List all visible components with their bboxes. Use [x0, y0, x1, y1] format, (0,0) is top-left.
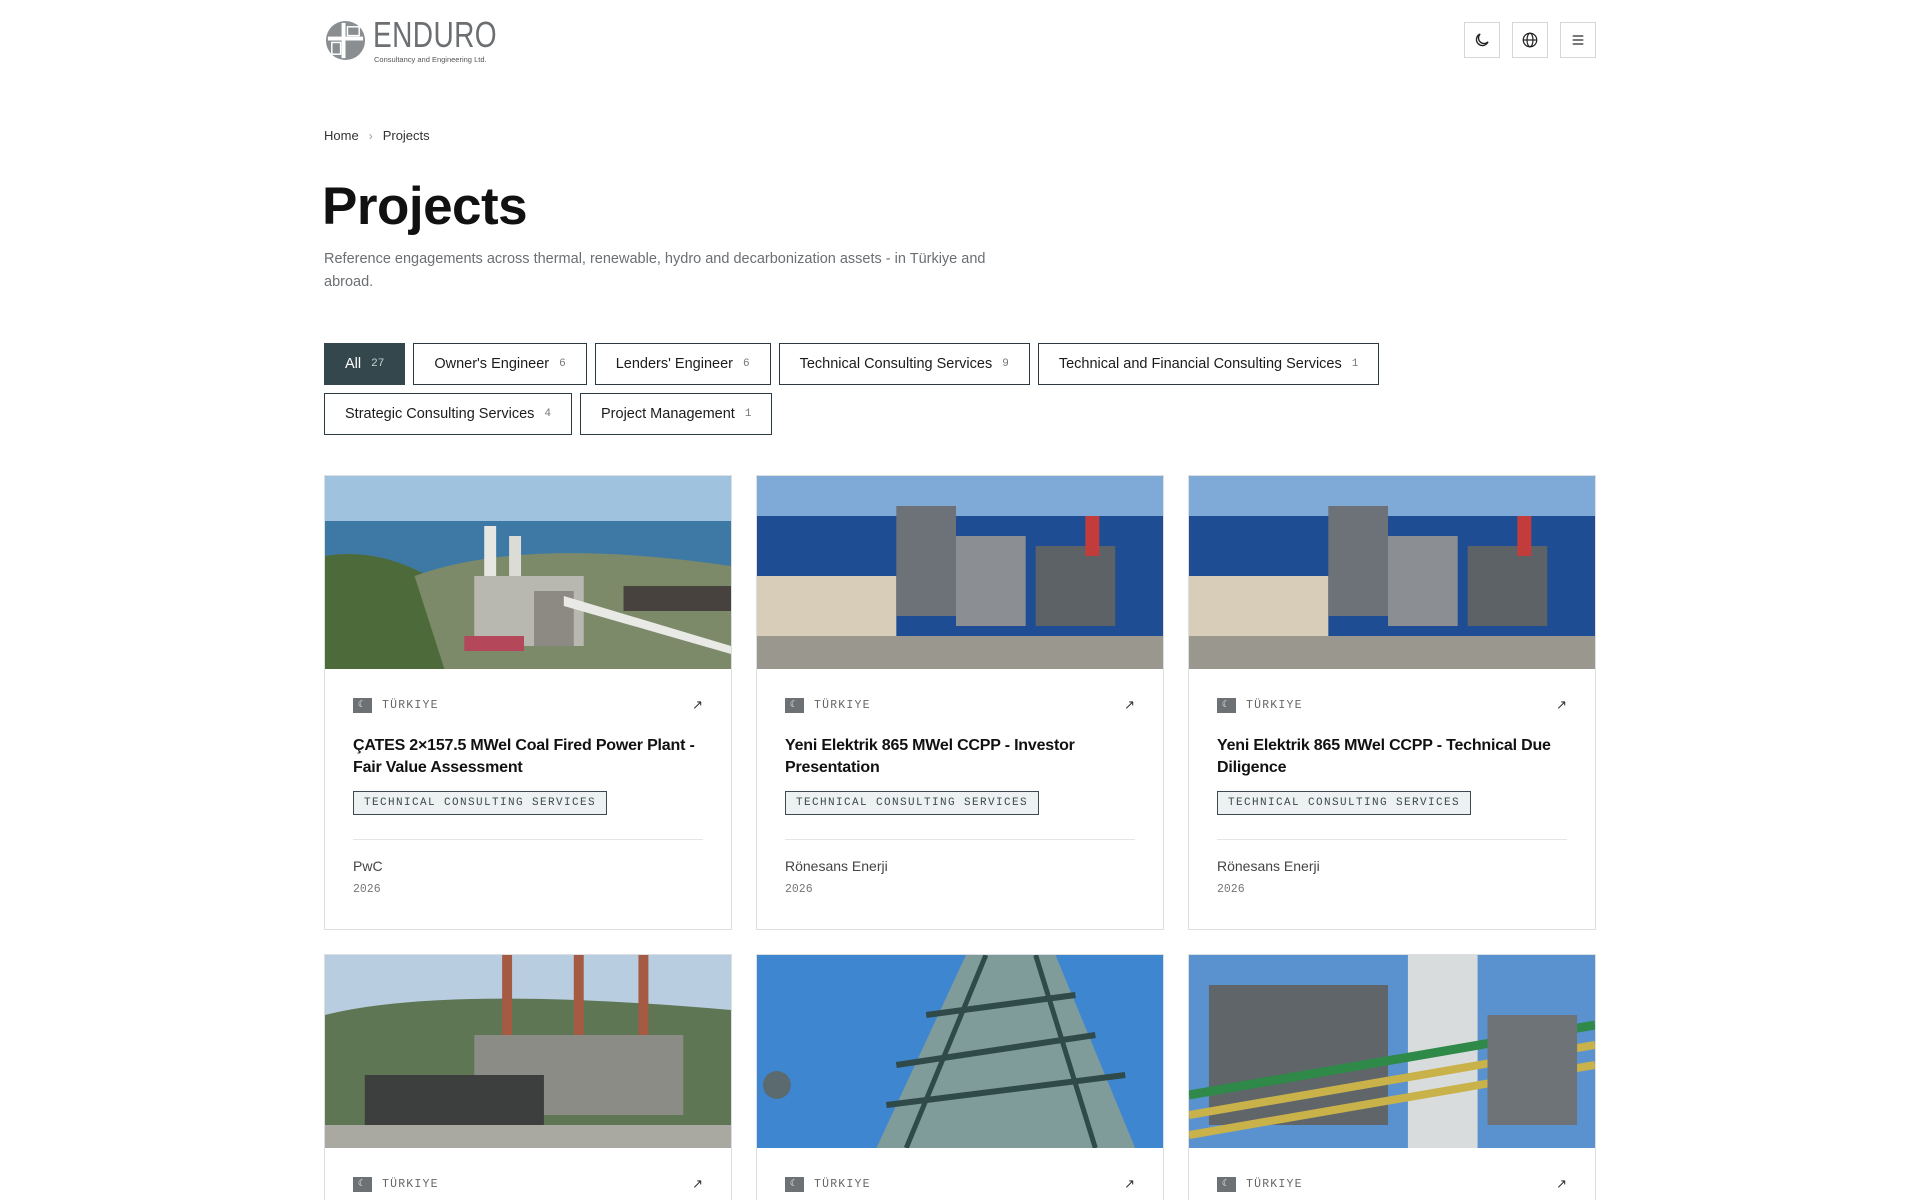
project-category-badge: TECHNICAL CONSULTING SERVICES [1217, 791, 1472, 815]
project-client: Rönesans Enerji [1217, 858, 1320, 874]
project-country: TÜRKIYE [382, 1177, 439, 1191]
filter-label: All [345, 356, 362, 372]
arrow-up-right-icon: ↗ [692, 1176, 703, 1191]
filter-label: Project Management [601, 406, 735, 422]
project-year: 2026 [353, 883, 381, 896]
project-image [757, 955, 1163, 1148]
project-year: 2026 [785, 883, 813, 896]
project-title: Yeni Elektrik 865 MWel CCPP - Technical … [1217, 737, 1551, 776]
filter-count: 6 [742, 358, 750, 370]
filter-count: 1 [1351, 358, 1359, 370]
brand-logo[interactable]: ENDURO Consultancy and Engineering Ltd. [324, 13, 532, 64]
filter-count: 9 [1002, 358, 1009, 370]
arrow-up-right-icon: ↗ [692, 697, 703, 712]
arrow-up-right-icon: ↗ [1556, 697, 1567, 712]
card-divider [353, 839, 703, 840]
globe-icon [1522, 32, 1538, 48]
breadcrumb-current: Projects [382, 128, 430, 143]
project-client: PwC [353, 858, 383, 874]
moon-icon [1475, 33, 1489, 47]
filter-label: Owner's Engineer [434, 356, 550, 372]
project-card[interactable]: ☾ TÜRKIYE ↗ ÇATES 2×157.5 MWel Coal Fired… [324, 475, 732, 930]
project-image [757, 476, 1163, 669]
filter-label: Strategic Consulting Services [345, 406, 535, 422]
filter-lenders-engineer[interactable]: Lenders' Engineer 6 [594, 343, 771, 385]
project-card[interactable]: ☾ TÜRKIYE ↗ [324, 954, 732, 1200]
project-country: TÜRKIYE [1246, 698, 1303, 712]
turkey-flag-icon: ☾ [785, 697, 804, 713]
project-card[interactable]: ☾ TÜRKIYE ↗ [1188, 954, 1596, 1200]
card-divider [1217, 839, 1567, 840]
menu-button[interactable] [1560, 22, 1596, 58]
arrow-up-right-icon: ↗ [1124, 1176, 1135, 1191]
turkey-flag-icon: ☾ [1217, 697, 1236, 713]
menu-icon [1572, 35, 1584, 45]
project-title: ÇATES 2×157.5 MWel Coal Fired Power Plan… [353, 737, 695, 776]
project-country: TÜRKIYE [814, 698, 871, 712]
project-client: Rönesans Enerji [785, 858, 888, 874]
project-image [325, 476, 731, 669]
chevron-right-icon: › [368, 128, 373, 143]
filter-all[interactable]: All 27 [324, 343, 406, 385]
filter-count: 6 [559, 358, 566, 370]
arrow-up-right-icon: ↗ [1124, 697, 1135, 712]
filter-count: 4 [544, 408, 552, 420]
project-category-badge: TECHNICAL CONSULTING SERVICES [353, 791, 608, 815]
page-description: Reference engagements across thermal, re… [324, 251, 986, 290]
filter-technical-consulting[interactable]: Technical Consulting Services 9 [778, 343, 1030, 385]
turkey-flag-icon: ☾ [785, 1176, 804, 1192]
project-title: Yeni Elektrik 865 MWel CCPP - Investor P… [785, 737, 1075, 776]
project-grid: ☾ TÜRKIYE ↗ ÇATES 2×157.5 MWel Coal Fired… [324, 475, 1596, 1200]
language-button[interactable] [1512, 22, 1548, 58]
filter-count: 1 [744, 408, 752, 420]
card-divider [785, 839, 1135, 840]
filter-technical-financial-consulting[interactable]: Technical and Financial Consulting Servi… [1037, 343, 1380, 385]
filter-strategic-consulting[interactable]: Strategic Consulting Services 4 [324, 393, 573, 435]
turkey-flag-icon: ☾ [1217, 1176, 1236, 1192]
breadcrumb-home-link[interactable]: Home [324, 128, 359, 143]
project-image [325, 955, 731, 1148]
filter-count: 27 [371, 358, 385, 370]
project-country: TÜRKIYE [814, 1177, 871, 1191]
filter-owners-engineer[interactable]: Owner's Engineer 6 [413, 343, 587, 385]
project-image [1189, 955, 1595, 1148]
turkey-flag-icon: ☾ [353, 697, 372, 713]
theme-toggle-button[interactable] [1464, 22, 1500, 58]
page-title: Projects [322, 177, 528, 236]
brand-tagline: Consultancy and Engineering Ltd. [374, 54, 487, 64]
filter-project-management[interactable]: Project Management 1 [580, 393, 773, 435]
logo-mark-icon [325, 20, 366, 60]
project-year: 2026 [1217, 883, 1245, 896]
site-header: ENDURO Consultancy and Engineering Ltd. [324, 14, 1596, 66]
turkey-flag-icon: ☾ [353, 1176, 372, 1192]
project-country: TÜRKIYE [382, 698, 439, 712]
category-filters: All 27 Owner's Engineer 6 Lenders' Enginee… [324, 343, 1404, 435]
project-country: TÜRKIYE [1246, 1177, 1303, 1191]
filter-label: Technical and Financial Consulting Servi… [1058, 356, 1342, 372]
project-card[interactable]: ☾ TÜRKIYE ↗ Yeni Elektrik 865 MWel CCPP -… [756, 475, 1164, 930]
filter-label: Lenders' Engineer [615, 356, 733, 372]
project-card[interactable]: ☾ TÜRKIYE ↗ [756, 954, 1164, 1200]
brand-name: ENDURO [373, 13, 498, 55]
breadcrumb: Home › Projects [324, 128, 430, 143]
filter-label: Technical Consulting Services [799, 356, 993, 372]
arrow-up-right-icon: ↗ [1556, 1176, 1567, 1191]
project-card[interactable]: ☾ TÜRKIYE ↗ Yeni Elektrik 865 MWel CCPP -… [1188, 475, 1596, 930]
project-category-badge: TECHNICAL CONSULTING SERVICES [785, 791, 1040, 815]
project-image [1189, 476, 1595, 669]
